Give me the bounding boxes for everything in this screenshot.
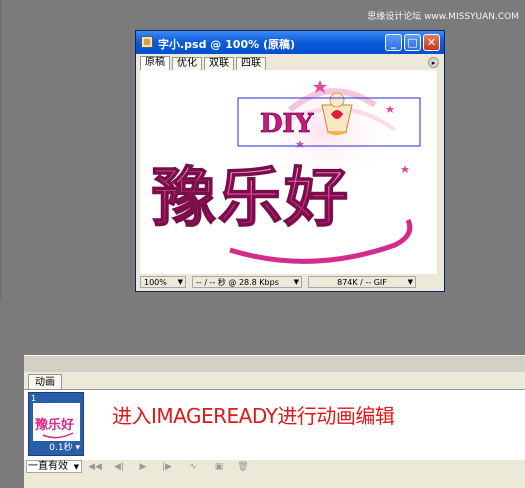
delete-frame-icon[interactable]: 🗑 <box>234 461 252 473</box>
file-size-value: 874K / -- GIF <box>337 278 387 287</box>
zoom-select[interactable]: 100% ▼ <box>140 276 186 288</box>
previous-frame-icon[interactable]: ◀| <box>110 461 128 473</box>
window-titlebar[interactable]: 字小.psd @ 100% (原稿) _ □ ✕ <box>136 31 444 54</box>
loop-select[interactable]: 一直有效 ▼ <box>26 460 82 473</box>
dropdown-arrow-icon: ▼ <box>73 463 79 471</box>
watermark: 思缘设计论坛 www.MISSYUAN.COM <box>367 12 519 22</box>
photoshop-doc-icon <box>141 36 153 48</box>
document-window[interactable]: 字小.psd @ 100% (原稿) _ □ ✕ 原稿 优化 双联 四联 ▸ D… <box>135 30 445 292</box>
minimize-button[interactable]: _ <box>385 34 402 51</box>
dropdown-arrow-icon: ▼ <box>407 278 413 286</box>
frame-number: 1 <box>31 394 37 403</box>
animation-frame[interactable]: 1 豫乐好 0.1秒 ▾ <box>28 392 84 456</box>
frames-area: 1 豫乐好 0.1秒 ▾ 进入IMAGEREADY进行动画编辑 <box>24 389 525 460</box>
window-title: 字小.psd @ 100% (原稿) <box>158 38 296 51</box>
workspace-edge <box>0 0 1 300</box>
loop-value: 一直有效 <box>28 461 68 472</box>
dropdown-arrow-icon: ▼ <box>177 278 183 286</box>
file-size-select[interactable]: 874K / -- GIF ▼ <box>308 276 416 288</box>
image-canvas[interactable]: DIY 豫乐好 <box>140 70 437 274</box>
dropdown-arrow-icon: ▼ <box>293 278 299 286</box>
play-icon[interactable]: ▶ <box>134 461 152 473</box>
artwork: DIY 豫乐好 <box>151 75 421 264</box>
tab-menu-arrow-icon[interactable]: ▸ <box>428 57 439 68</box>
tab-4up[interactable]: 四联 <box>236 57 266 70</box>
first-frame-icon[interactable]: ◀◀ <box>86 461 104 473</box>
vertical-scrollbar[interactable] <box>438 70 443 274</box>
next-frame-icon[interactable]: |▶ <box>158 461 176 473</box>
logo-text: 豫乐好 <box>152 162 350 236</box>
maximize-button[interactable]: □ <box>404 34 421 51</box>
new-frame-icon[interactable]: ▣ <box>210 461 228 473</box>
panel-header[interactable] <box>24 356 525 372</box>
tab-original[interactable]: 原稿 <box>140 56 170 70</box>
caption-text: 进入IMAGEREADY进行动画编辑 <box>112 404 395 428</box>
view-tabs: 原稿 优化 双联 四联 ▸ <box>140 56 440 70</box>
animation-panel: 动画 1 豫乐好 0.1秒 ▾ 进入IMAGEREADY进行动画编辑 一直有效 … <box>24 355 525 488</box>
status-bar: 100% ▼ -- / -- 秒 @ 28.8 Kbps ▼ 874K / --… <box>140 275 440 289</box>
tween-icon[interactable]: ∿ <box>184 461 202 473</box>
tab-animation[interactable]: 动画 <box>28 374 62 390</box>
thumbnail-logo-text: 豫乐好 <box>35 417 74 433</box>
animation-controls: 一直有效 ▼ ◀◀ ◀| ▶ |▶ ∿ ▣ 🗑 <box>24 460 525 474</box>
frame-delay-select[interactable]: 0.1秒 ▾ <box>49 440 80 453</box>
close-button[interactable]: ✕ <box>423 34 440 51</box>
download-time-value: -- / -- 秒 @ 28.8 Kbps <box>196 278 279 287</box>
zoom-value: 100% <box>144 278 167 287</box>
tab-2up[interactable]: 双联 <box>204 57 234 70</box>
diy-text: DIY <box>260 109 314 139</box>
frame-thumbnail: 豫乐好 <box>33 403 80 441</box>
tab-optimized[interactable]: 优化 <box>172 57 202 70</box>
download-time-select[interactable]: -- / -- 秒 @ 28.8 Kbps ▼ <box>192 276 302 288</box>
